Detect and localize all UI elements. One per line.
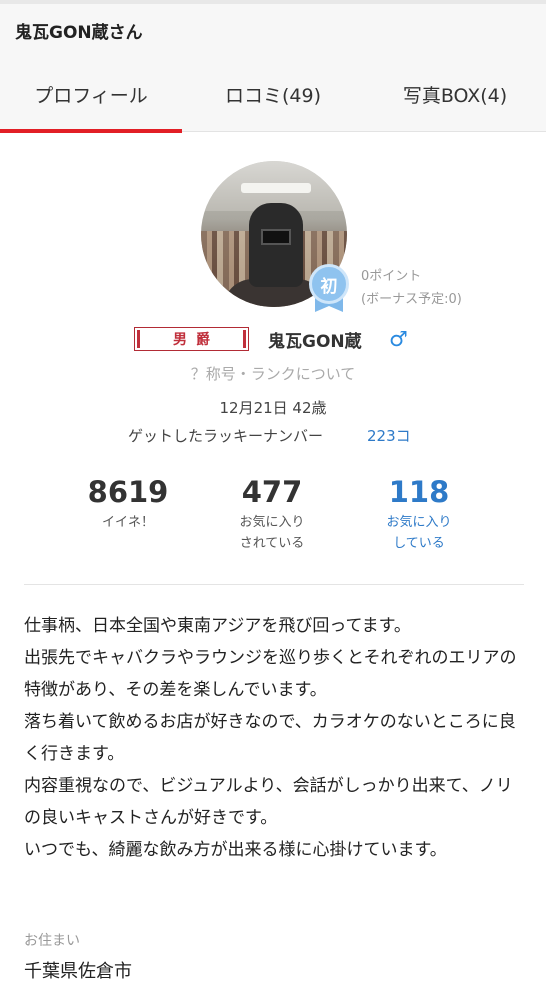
stat-favoriting-value: 118 [388,475,450,509]
active-tab-indicator [0,129,182,133]
page-header: 鬼瓦GON蔵さん [0,4,546,56]
stat-likes: 8619 イイネ！ [68,474,188,533]
stat-favoriting-label: お気に入り している [386,515,452,551]
stat-favorited-by: 477 お気に入り されている [212,474,332,554]
tab-photo-box-label: 写真BOX(4) [402,84,508,107]
tab-bar: プロフィール ロコミ(49) 写真BOX(4) [0,56,546,133]
stat-favoriting-link[interactable]: 118 お気に入り している [359,474,479,554]
section-divider [24,584,524,585]
stat-likes-value: 8619 [87,475,169,509]
tab-reviews[interactable]: ロコミ(49) [182,56,364,132]
page-title: 鬼瓦GON蔵さん [15,23,143,43]
residence-value: 千葉県佐倉市 [24,961,132,982]
badge-circle: 初 [309,264,349,304]
rank-bar-left [137,330,140,348]
stat-favorited-by-value: 477 [241,475,303,509]
stat-likes-label: イイネ！ [101,515,154,530]
points-value: 0ポイント [361,269,422,284]
tab-photo-box[interactable]: 写真BOX(4) [364,56,546,132]
beginner-badge-icon: 初 [307,262,351,312]
male-icon: ♂ [389,327,408,351]
rank-title: 男爵 [173,332,219,348]
avatar-mask-window [261,229,291,245]
stat-favorited-by-label: お気に入り されている [239,515,305,551]
bio-text: 仕事柄、日本全国や東南アジアを飛び回ってます。 出張先でキャバクラやラウンジを巡… [24,616,517,860]
username: 鬼瓦GON蔵 [268,332,362,352]
lucky-number-label: ゲットしたラッキーナンバー [128,427,324,445]
lucky-number-count-link[interactable]: 223コ [367,425,411,446]
bonus-points: (ボーナス予定:0) [361,292,462,307]
birthday-age: 12月21日 42歳 [219,399,327,417]
avatar-welding-mask [249,203,303,287]
tab-profile-label: プロフィール [34,84,148,107]
tab-reviews-label: ロコミ(49) [224,84,321,107]
points-info: 0ポイント (ボーナス予定:0) [361,265,462,311]
avatar-ceiling-light [241,183,311,193]
residence-label: お住まい [24,933,80,949]
tab-profile[interactable]: プロフィール [0,56,182,133]
rank-help-link[interactable]: ？称号・ランクについて [0,363,546,384]
rank-bar-right [243,330,246,348]
rank-title-badge: 男爵 [134,327,249,351]
